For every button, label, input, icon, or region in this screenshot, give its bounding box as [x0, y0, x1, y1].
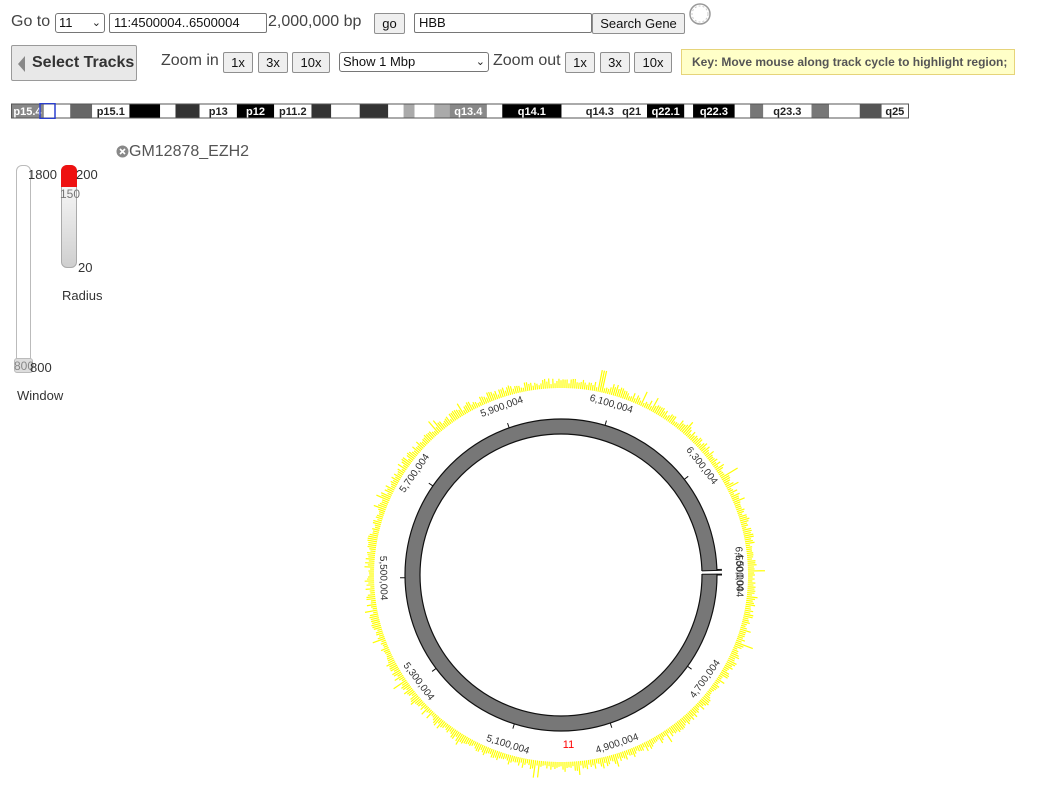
ideogram-band-label: q25: [885, 106, 904, 118]
tick-mark: [507, 422, 510, 429]
tick-label: 5,500,004: [377, 556, 389, 601]
ideogram-band: [829, 104, 860, 118]
tick-mark: [683, 475, 689, 480]
ideogram-band: [811, 104, 830, 118]
ring-inner-edge: [419, 433, 703, 717]
ideogram-band: [43, 104, 71, 118]
zoom-out-label: Zoom out: [493, 52, 561, 69]
zoom-out-10x-button[interactable]: 10x: [634, 52, 672, 73]
chevron-down-icon: ⌄: [475, 56, 485, 68]
ideogram-band-label: p12: [246, 106, 265, 118]
chromosome-ring[interactable]: [405, 419, 717, 731]
tick-label: 5,100,004: [485, 733, 531, 757]
zoom-in-10x-button[interactable]: 10x: [292, 52, 330, 73]
window-slider[interactable]: [16, 165, 31, 372]
zoom-in-3x-button[interactable]: 3x: [258, 52, 288, 73]
radius-max-label: 200: [76, 167, 98, 182]
tick-mark: [604, 420, 607, 426]
select-tracks-button[interactable]: Select Tracks: [11, 45, 137, 81]
ideogram-band-label: p15.4: [13, 106, 42, 118]
tick-label: 6,500,004: [732, 546, 745, 591]
goto-label: Go to: [11, 13, 51, 30]
tick-label: 5,900,004: [479, 395, 525, 420]
ideogram-band-label: q14.1: [518, 106, 546, 118]
ideogram-band: [70, 104, 93, 118]
window-min-label: 800: [30, 360, 52, 375]
ideogram-band: [561, 104, 584, 118]
ideogram-band-label: p13: [209, 106, 228, 118]
tick-label: 5,300,004: [401, 661, 437, 704]
key-hint: Key: Move mouse along track cycle to hig…: [681, 49, 1015, 75]
position-input[interactable]: 11:4500004..6500004: [109, 13, 267, 33]
radius-label: Radius: [62, 288, 103, 303]
ideogram-band: [175, 104, 200, 118]
tick-mark: [687, 665, 692, 670]
window-max-label: 1800: [28, 167, 57, 182]
ideogram-band: [734, 104, 751, 118]
ideogram-band: [311, 104, 332, 118]
ideogram-band-label: q13.4: [454, 106, 483, 118]
ideogram-band: [750, 104, 764, 118]
ideogram-band: [388, 104, 404, 118]
ideogram-band: [414, 104, 435, 118]
ideogram-band-label: p11.2: [279, 106, 307, 118]
ideogram-band-label: q23.3: [773, 106, 801, 118]
tick-mark: [431, 668, 437, 672]
select-tracks-label: Select Tracks: [32, 54, 135, 71]
radius-min-label: 20: [78, 260, 93, 275]
ideogram-band-label: q22.3: [700, 106, 728, 118]
chromosome-select[interactable]: 11 ⌄: [55, 13, 105, 33]
ideogram-band-label: q22.1: [652, 106, 680, 118]
gene-search-input[interactable]: HBB: [414, 13, 592, 33]
ideogram-band: [859, 104, 882, 118]
ideogram-band: [403, 104, 415, 118]
ideogram-band: [359, 104, 389, 118]
window-label: Window: [17, 388, 64, 403]
ideogram-band-label: q14.3: [586, 106, 614, 118]
spinner-icon: [689, 3, 711, 25]
zoom-in-1x-button[interactable]: 1x: [223, 52, 253, 73]
chevron-down-icon: ⌄: [91, 17, 101, 29]
zoom-out-1x-button[interactable]: 1x: [565, 52, 595, 73]
tick-mark: [609, 722, 613, 728]
ideogram-band-label: q21: [622, 106, 641, 118]
ideogram-band: [160, 104, 176, 118]
chromosome-ideogram[interactable]: p15.4 p15.1 p13 p12 p11.2 q13.4 q14.1 q14.3 q21 q…: [11, 103, 911, 119]
zoom-out-3x-button[interactable]: 3x: [600, 52, 630, 73]
chromosome-select-value: 11: [59, 15, 73, 30]
chromosome-label: 11: [563, 739, 574, 751]
remove-track-icon[interactable]: [116, 145, 129, 158]
ideogram-band: [434, 104, 450, 118]
track-name: GM12878_EZH2: [129, 143, 250, 160]
triangle-left-icon: [18, 56, 25, 72]
ideogram-band: [129, 104, 161, 118]
ring-gap-edge: [701, 569, 722, 572]
tick-mark: [428, 482, 434, 487]
zoom-in-label: Zoom in: [161, 52, 219, 69]
go-button[interactable]: go: [374, 13, 405, 34]
radius-slider-fill: [61, 165, 77, 187]
show-range-select[interactable]: Show 1 Mbp ⌄: [339, 52, 489, 72]
show-range-select-value: Show 1 Mbp: [343, 54, 416, 69]
ideogram-band-label: p15.1: [97, 106, 125, 118]
radius-handle-value: 150: [60, 187, 81, 201]
span-readout: 2,000,000 bp: [268, 13, 362, 30]
circos-plot[interactable]: 4,500,0044,700,0044,900,0045,100,0045,30…: [340, 355, 780, 795]
tick-mark: [512, 723, 515, 729]
ideogram-band: [486, 104, 503, 118]
ideogram-band: [331, 104, 360, 118]
search-gene-button[interactable]: Search Gene: [592, 13, 685, 34]
ideogram-band: [684, 104, 694, 118]
